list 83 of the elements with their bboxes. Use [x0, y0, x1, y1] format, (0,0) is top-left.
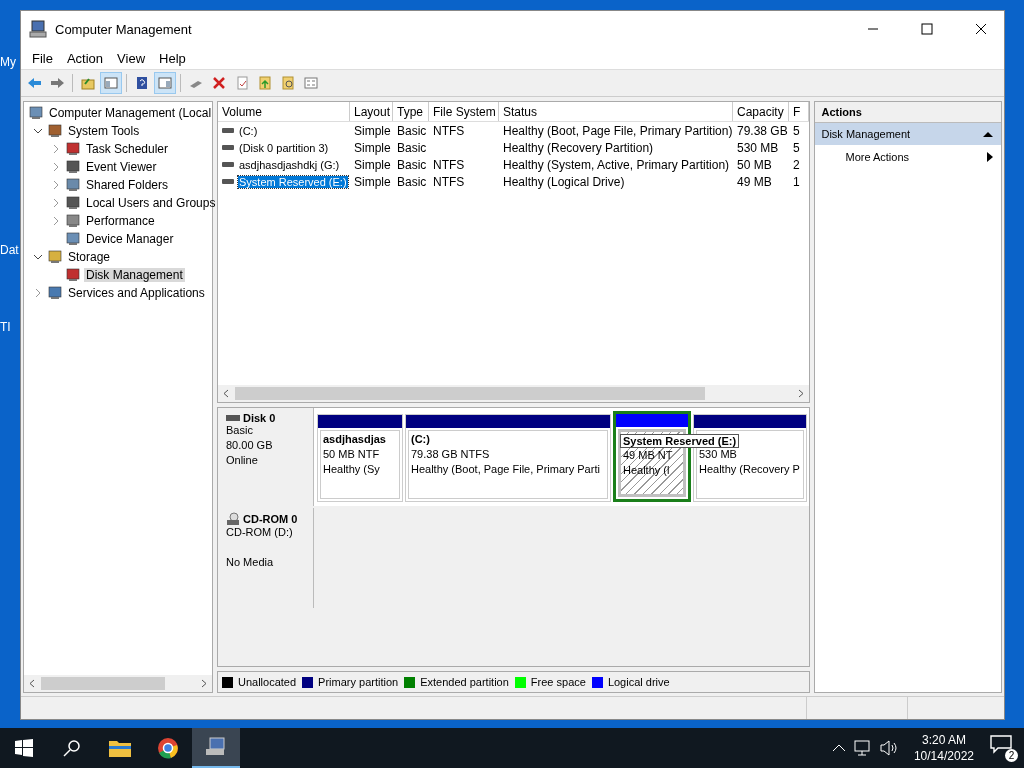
disk-info: 80.00 GB: [226, 439, 274, 453]
table-cell-text: Healthy (Recovery Partition): [502, 139, 655, 156]
partition-label: (C:): [411, 433, 431, 447]
action-item[interactable]: More Actions: [815, 145, 1001, 169]
tree-item[interactable]: Performance: [84, 214, 157, 228]
window-title: Computer Management: [55, 21, 192, 37]
disk-info: Basic: [226, 424, 254, 438]
column-header[interactable]: Volume: [218, 102, 350, 121]
tree-item[interactable]: Storage: [66, 250, 113, 264]
column-header[interactable]: File System: [429, 102, 499, 121]
legend-label: Unallocated: [238, 676, 297, 688]
disk-info: Online: [226, 454, 259, 468]
legend-label: Logical drive: [607, 676, 670, 688]
actions-section[interactable]: Disk Management: [815, 123, 1001, 145]
menu-item[interactable]: Help: [152, 50, 193, 66]
table-cell-text: Simple: [353, 139, 392, 156]
table-cell-text: Basic: [396, 122, 428, 139]
table-cell-text: Basic: [396, 139, 428, 156]
table-cell-text: NTFS: [432, 173, 466, 190]
disk-name: Disk 0: [243, 412, 276, 424]
table-cell-text: Simple: [353, 156, 392, 173]
table-cell-text: Basic: [396, 156, 428, 173]
table-cell[interactable]: (C:): [238, 124, 259, 137]
clock[interactable]: 3:20 AM 10/14/2022: [905, 732, 982, 764]
disk-info: No Media: [226, 556, 275, 570]
tooltip: System Reserved (E:): [620, 434, 740, 448]
partition-status: Healthy (l: [623, 464, 671, 478]
table-cell-text: NTFS: [432, 122, 466, 139]
table-cell[interactable]: System Reserved (E:): [238, 175, 348, 188]
desktop-icon-label[interactable]: TI: [0, 320, 11, 334]
table-cell-text: 49 MB: [736, 173, 773, 190]
notification-count: 2: [1005, 749, 1018, 762]
partition-size: 50 MB NTF: [323, 448, 381, 462]
table-cell-text: 5: [792, 122, 801, 139]
column-header[interactable]: F: [789, 102, 809, 121]
actions-header: Actions: [815, 102, 1001, 123]
tree-item[interactable]: Services and Applications: [66, 286, 207, 300]
menu-item[interactable]: File: [25, 50, 60, 66]
tree-item[interactable]: Shared Folders: [84, 178, 171, 192]
table-cell-text: 2: [792, 156, 801, 173]
menu-item[interactable]: Action: [59, 50, 111, 66]
table-cell-text: 530 MB: [736, 139, 780, 156]
legend-label: Primary partition: [318, 676, 399, 688]
table-cell[interactable]: (Disk 0 partition 3): [238, 141, 330, 154]
tree-item[interactable]: System Tools: [66, 124, 142, 138]
tree-item[interactable]: Task Scheduler: [84, 142, 171, 156]
table-cell-text: Healthy (System, Active, Primary Partition): [502, 156, 731, 173]
legend-label: Free space: [530, 676, 586, 688]
partition-status: Healthy (Recovery P: [699, 463, 801, 477]
column-header[interactable]: Status: [499, 102, 733, 121]
partition-block[interactable]: (C:) 79.38 GB NTFS Healthy (Boot, Page File, Primary Parti: [405, 414, 611, 502]
column-header[interactable]: Capacity: [733, 102, 789, 121]
tree-item[interactable]: Event Viewer: [84, 160, 159, 174]
table-cell-text: NTFS: [432, 156, 466, 173]
tree-item[interactable]: Computer Management (Local: [47, 106, 214, 120]
menu-item[interactable]: View: [110, 50, 153, 66]
table-cell-text: 79.38 GB: [736, 122, 789, 139]
desktop-icon-label[interactable]: My: [0, 55, 16, 69]
table-cell-text: 5: [792, 139, 801, 156]
column-header[interactable]: Layout: [350, 102, 393, 121]
table-cell-text: 50 MB: [736, 156, 773, 173]
table-cell-text: Simple: [353, 122, 392, 139]
table-cell-text: 1: [792, 173, 801, 190]
column-header[interactable]: Type: [393, 102, 429, 121]
table-cell-text: Healthy (Logical Drive): [502, 173, 626, 190]
partition-block[interactable]: asdjhasdjas 50 MB NTF Healthy (Sy: [317, 414, 403, 502]
partition-size: 49 MB NT: [623, 449, 674, 463]
disk-info: CD-ROM (D:): [226, 526, 294, 540]
table-cell[interactable]: asdjhasdjashdkj (G:): [238, 158, 341, 171]
tree-item[interactable]: Device Manager: [84, 232, 176, 246]
desktop-icon-label[interactable]: Dat: [0, 243, 19, 257]
tree-item[interactable]: Disk Management: [84, 268, 185, 282]
table-cell-text: Healthy (Boot, Page File, Primary Partition): [502, 122, 733, 139]
partition-status: Healthy (Boot, Page File, Primary Parti: [411, 463, 601, 477]
disk-name: CD-ROM 0: [243, 513, 298, 525]
partition-status: Healthy (Sy: [323, 463, 381, 477]
partition-label: asdjhasdjas: [323, 433, 387, 447]
partition-size: 530 MB: [699, 448, 738, 462]
tree-item[interactable]: Local Users and Groups: [84, 196, 218, 210]
table-cell-text: Basic: [396, 173, 428, 190]
table-cell-text: Simple: [353, 173, 392, 190]
partition-size: 79.38 GB NTFS: [411, 448, 491, 462]
legend-label: Extended partition: [420, 676, 509, 688]
